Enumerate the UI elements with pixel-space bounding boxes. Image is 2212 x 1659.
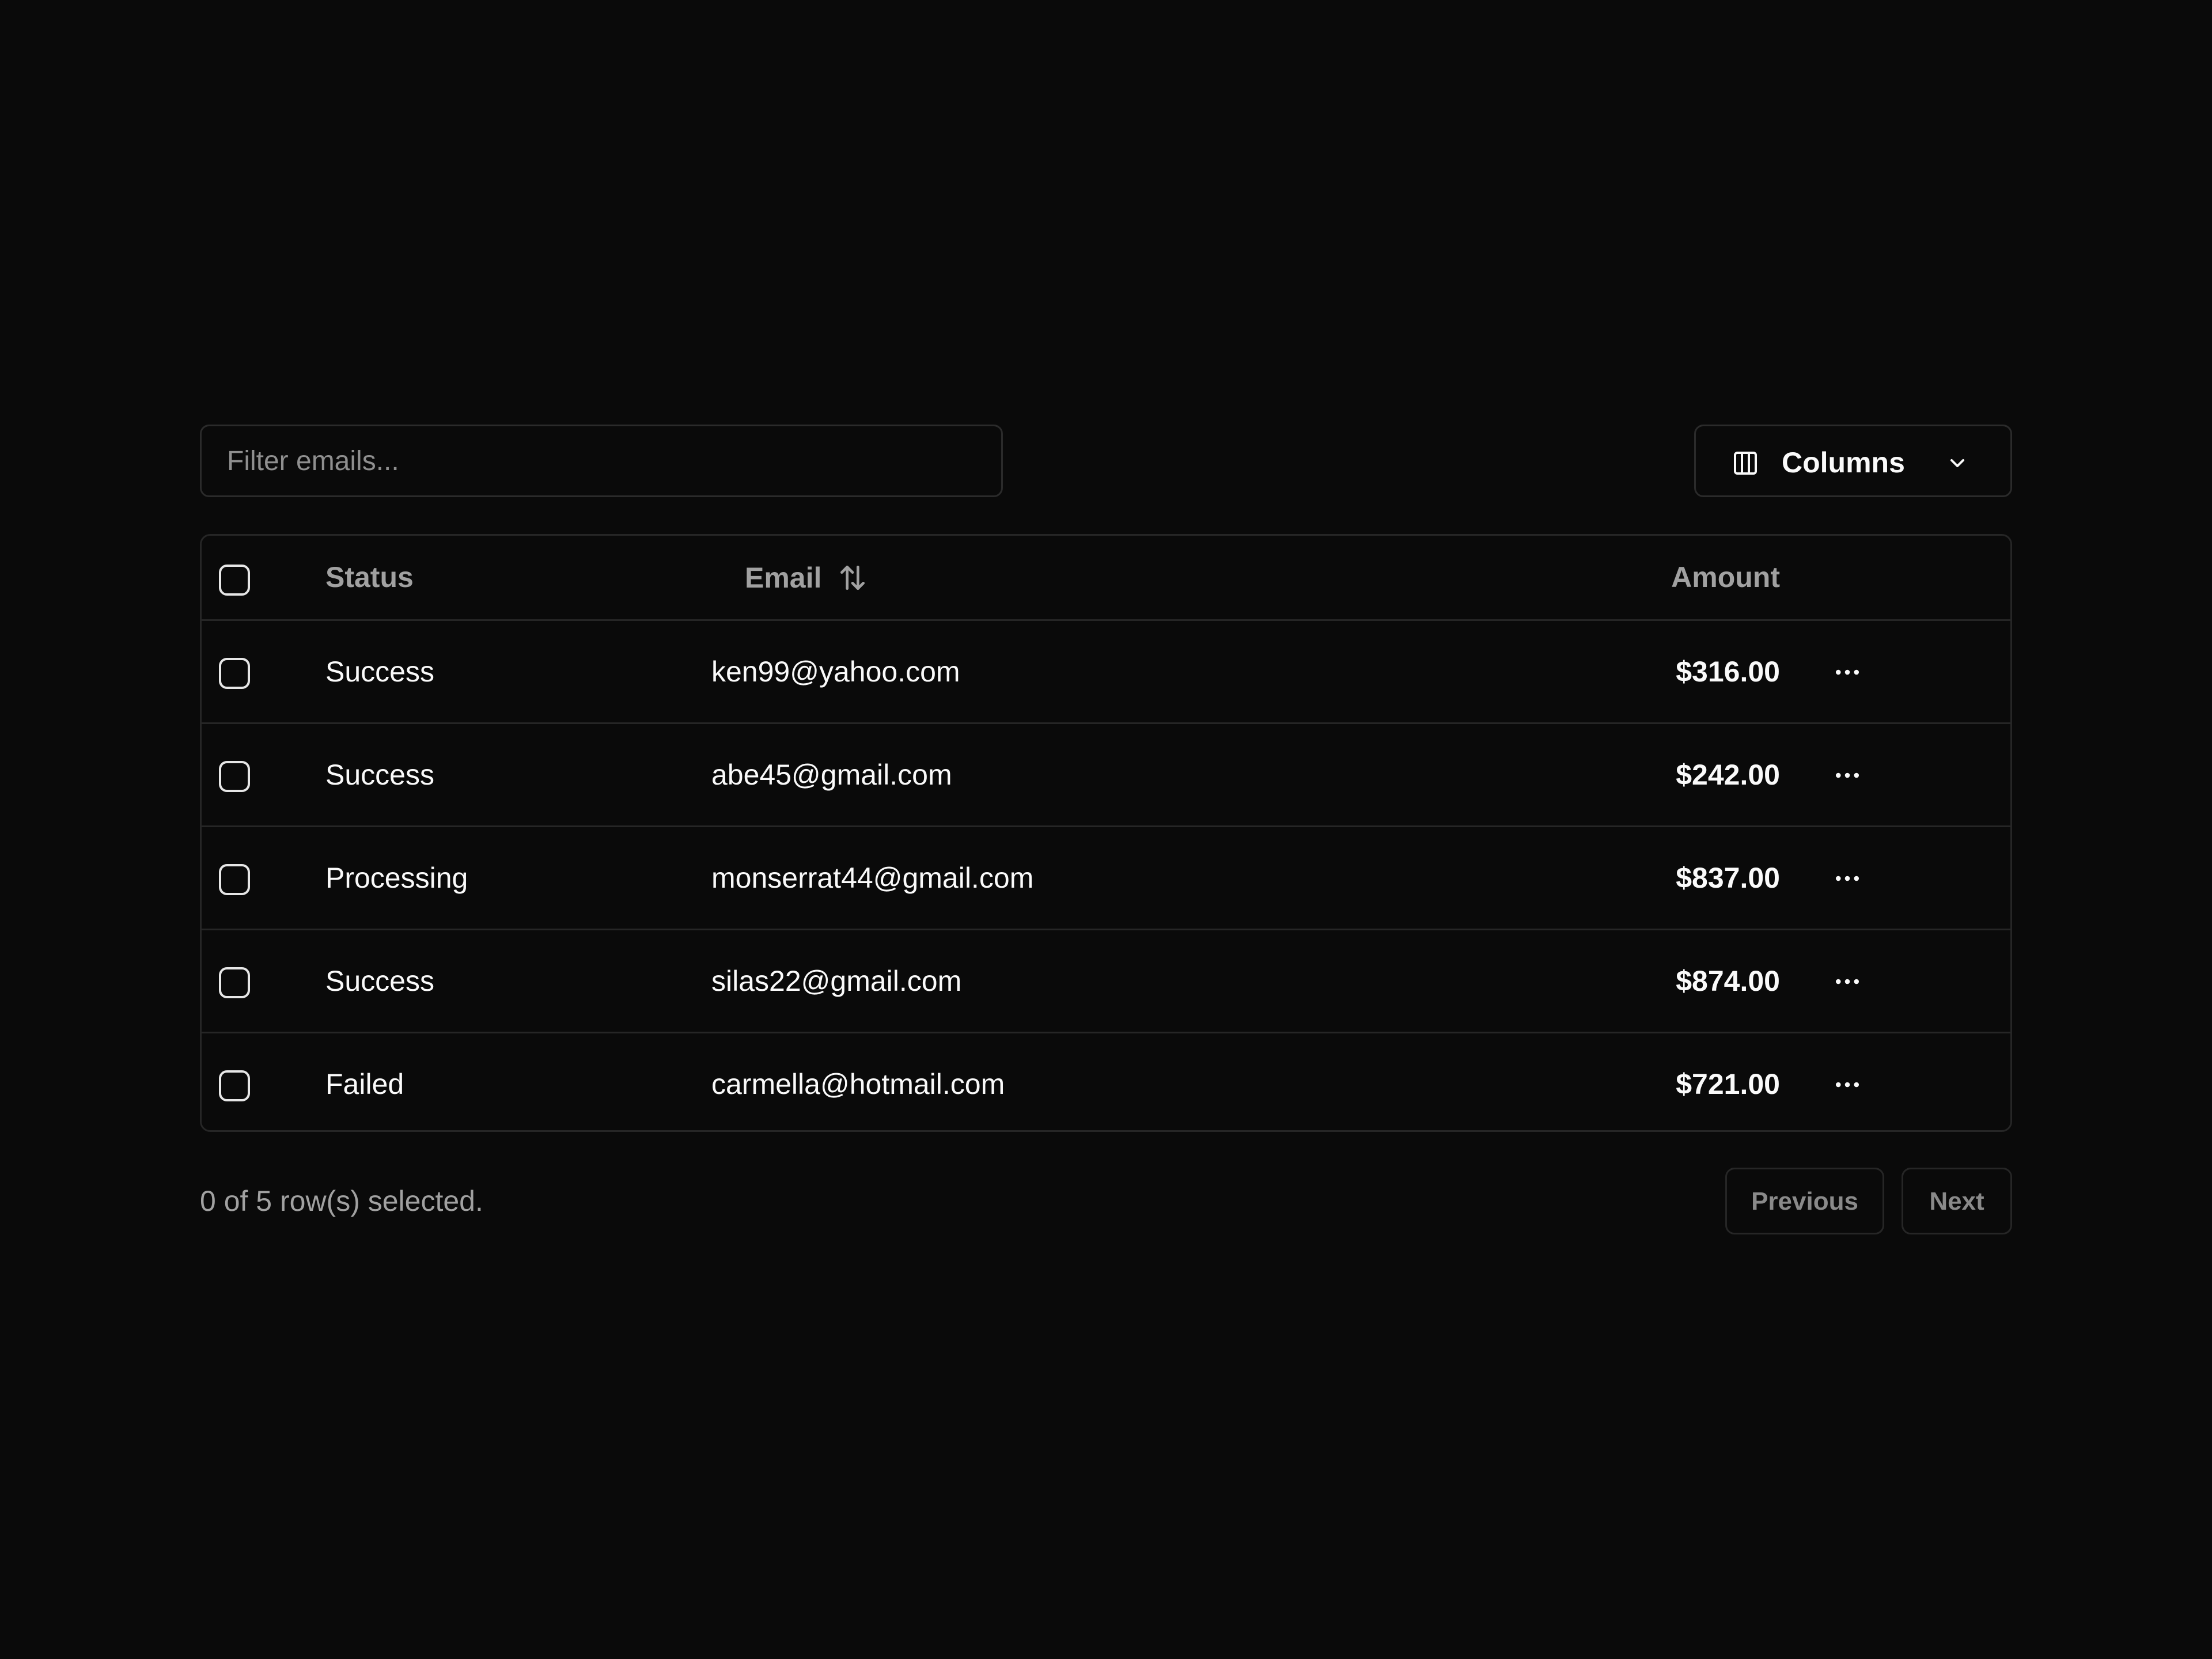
payments-table: Status Email Amount Success ken99@yahoo.…: [200, 534, 2012, 1132]
status-cell: Success: [325, 759, 434, 791]
row-checkbox[interactable]: [219, 761, 250, 792]
status-cell: Success: [325, 656, 434, 688]
table-row: Success silas22@gmail.com $874.00: [202, 930, 2010, 1033]
status-cell: Failed: [325, 1068, 404, 1100]
email-cell: monserrat44@gmail.com: [711, 862, 1034, 894]
email-cell: silas22@gmail.com: [711, 965, 962, 997]
status-cell: Processing: [325, 862, 468, 894]
data-table-panel: Columns Status Email Amount Succe: [200, 425, 2012, 1234]
table-row: Failed carmella@hotmail.com $721.00: [202, 1033, 2010, 1130]
sort-arrows-icon: [840, 565, 865, 590]
chevron-down-icon: [1950, 459, 1964, 467]
columns-button[interactable]: Columns: [1694, 425, 2012, 497]
next-page-button[interactable]: Next: [1902, 1168, 2012, 1234]
table-footer: 0 of 5 row(s) selected. Previous Next: [200, 1168, 2012, 1237]
amount-cell: $316.00: [1676, 656, 1780, 688]
more-actions-icon[interactable]: [1832, 1069, 1863, 1100]
filter-emails-input[interactable]: [200, 425, 1003, 497]
email-sort-button[interactable]: Email: [745, 536, 869, 619]
columns-button-label: Columns: [1782, 446, 1905, 479]
selection-count-text: 0 of 5 row(s) selected.: [200, 1185, 483, 1217]
previous-page-button[interactable]: Previous: [1725, 1168, 1884, 1234]
table-row: Processing monserrat44@gmail.com $837.00: [202, 827, 2010, 930]
amount-cell: $837.00: [1676, 862, 1780, 894]
row-checkbox[interactable]: [219, 967, 250, 998]
columns-icon: [1734, 452, 1757, 475]
email-cell: ken99@yahoo.com: [711, 656, 960, 688]
more-actions-icon[interactable]: [1832, 760, 1863, 791]
more-actions-icon[interactable]: [1832, 863, 1863, 894]
status-cell: Success: [325, 965, 434, 997]
amount-column-header: Amount: [1671, 561, 1780, 593]
table-row: Success ken99@yahoo.com $316.00: [202, 621, 2010, 724]
row-checkbox[interactable]: [219, 864, 250, 895]
select-all-checkbox[interactable]: [219, 565, 250, 596]
table-toolbar: Columns: [200, 425, 2012, 499]
status-column-header: Status: [325, 561, 414, 593]
amount-cell: $721.00: [1676, 1068, 1780, 1100]
more-actions-icon[interactable]: [1832, 657, 1863, 688]
more-actions-icon[interactable]: [1832, 966, 1863, 997]
email-column-header: Email: [745, 561, 822, 594]
email-cell: carmella@hotmail.com: [711, 1068, 1005, 1100]
table-header-row: Status Email Amount: [202, 536, 2010, 621]
amount-cell: $874.00: [1676, 965, 1780, 997]
amount-cell: $242.00: [1676, 759, 1780, 791]
table-row: Success abe45@gmail.com $242.00: [202, 724, 2010, 827]
email-cell: abe45@gmail.com: [711, 759, 952, 791]
row-checkbox[interactable]: [219, 658, 250, 689]
row-checkbox[interactable]: [219, 1070, 250, 1101]
